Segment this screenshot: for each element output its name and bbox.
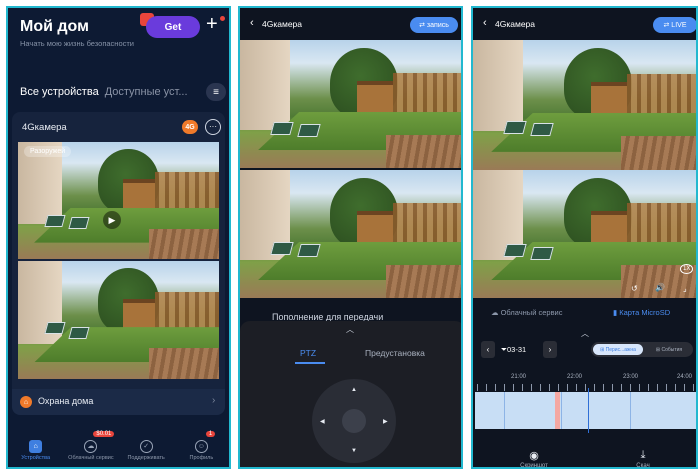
menu-icon[interactable]: ≡ bbox=[206, 83, 226, 101]
nav-label: Профиль bbox=[189, 455, 214, 461]
profile-icon: ☺ bbox=[194, 440, 208, 453]
tab-microsd[interactable]: ▮ Карта MicroSD bbox=[613, 308, 670, 317]
prev-day-button[interactable]: ‹ bbox=[481, 341, 495, 358]
cloud-icon: ☁ bbox=[84, 440, 98, 453]
camera-preview-top[interactable]: Разоружей bbox=[18, 142, 219, 259]
add-device-button[interactable]: + bbox=[206, 14, 218, 34]
nav-devices[interactable]: ⌂ Устройства bbox=[8, 431, 63, 467]
event-segment bbox=[555, 392, 560, 429]
top-bar: ‹ 4Gкамера ⇄ LIVE bbox=[473, 8, 696, 40]
bottom-navigation: ⌂ Устройства ☁ $0.01 Облачный сервис ✓ П… bbox=[8, 431, 229, 467]
volume-icon[interactable]: 🔊 bbox=[655, 283, 665, 292]
replay-icon[interactable]: ↺ bbox=[631, 284, 638, 293]
toggle-continuous[interactable]: ⊞ Перис...ажна bbox=[593, 344, 643, 355]
page-subtitle: Начать мою жизнь безопасности bbox=[20, 39, 134, 48]
home-icon: ⌂ bbox=[29, 440, 43, 453]
download-icon: ⤓ bbox=[640, 449, 646, 461]
fullscreen-icon[interactable]: ⌟ bbox=[683, 284, 687, 293]
storage-tabs: ☁ Облачный сервис ▮ Карта MicroSD bbox=[473, 303, 696, 325]
record-type-toggle: ⊞ Перис...ажна ⊞ События bbox=[591, 342, 693, 357]
live-view-bottom[interactable] bbox=[240, 170, 461, 298]
notification-dot bbox=[220, 16, 225, 21]
time-axis: 21:00 22:00 23:00 24:00 bbox=[473, 374, 696, 384]
screenshot-collage: Мой дом Начать мою жизнь безопасности Ge… bbox=[0, 0, 698, 469]
camera-name: 4Gкамера bbox=[22, 122, 67, 133]
time-label: 24:00 bbox=[677, 374, 693, 380]
next-day-button[interactable]: › bbox=[543, 341, 557, 358]
recording-timeline[interactable] bbox=[475, 392, 696, 429]
check-icon: ✓ bbox=[139, 440, 153, 453]
arrow-down-icon[interactable]: ▼ bbox=[351, 448, 357, 454]
recording-segment bbox=[504, 392, 505, 429]
more-options-icon[interactable]: ··· bbox=[205, 119, 221, 135]
toggle-events[interactable]: ⊞ События bbox=[647, 344, 691, 355]
tool-label: Скач bbox=[636, 463, 650, 469]
tool-label: Скриншот bbox=[520, 463, 548, 469]
play-icon[interactable]: ▶ bbox=[103, 211, 121, 229]
nav-profile[interactable]: ☺ 1 Профиль bbox=[174, 431, 229, 467]
arrow-left-icon[interactable]: ◀ bbox=[320, 418, 325, 425]
playback-screen: ‹ 4Gкамера ⇄ LIVE 1X ↺ 🔊 ⌟ ☁ Облачный се… bbox=[471, 6, 698, 469]
chevron-right-icon: › bbox=[212, 395, 216, 406]
dpad-center bbox=[342, 409, 366, 433]
disarm-badge[interactable]: Разоружей bbox=[24, 146, 72, 157]
date-selector: ‹ ⏷03-31 › ⊞ Перис...ажна ⊞ События bbox=[481, 341, 694, 359]
ptz-dpad[interactable]: ▲ ▼ ◀ ▶ bbox=[312, 379, 396, 463]
tab-available-devices[interactable]: Доступные уст... bbox=[105, 86, 188, 98]
signal-4g-badge: 4G bbox=[182, 120, 198, 134]
shield-icon: ⌂ bbox=[20, 396, 32, 408]
live-view-top[interactable] bbox=[240, 40, 461, 168]
nav-cloud-service[interactable]: ☁ $0.01 Облачный сервис bbox=[63, 431, 118, 467]
playback-view-bottom[interactable] bbox=[473, 170, 696, 298]
time-label: 22:00 bbox=[567, 374, 583, 380]
playback-view-top[interactable] bbox=[473, 40, 696, 170]
camera-icon: ◉ bbox=[529, 450, 539, 462]
home-guard-row[interactable]: ⌂ Охрана дома › bbox=[12, 389, 225, 415]
nav-label: Поддерживать bbox=[127, 455, 165, 461]
ptz-screen: ‹ 4Gкамера ⇄ запись Пополнение для перед… bbox=[238, 6, 463, 469]
camera-card[interactable]: 4Gкамера 4G ··· Разоружей ▶ ⌂ Охрана дом… bbox=[12, 112, 225, 415]
home-screen: Мой дом Начать мою жизнь безопасности Ge… bbox=[6, 6, 231, 469]
tab-all-devices[interactable]: Все устройства bbox=[20, 86, 99, 98]
nav-support[interactable]: ✓ Поддерживать bbox=[119, 431, 174, 467]
sheet-handle-icon[interactable]: ︿ bbox=[581, 328, 589, 339]
active-tab-indicator bbox=[295, 362, 325, 364]
live-button[interactable]: ⇄ LIVE bbox=[653, 17, 696, 33]
download-button[interactable]: ⤓ Скач bbox=[618, 449, 668, 469]
arrow-up-icon[interactable]: ▲ bbox=[351, 387, 357, 393]
back-icon[interactable]: ‹ bbox=[483, 17, 487, 29]
tab-cloud-service[interactable]: ☁ Облачный сервис bbox=[491, 308, 563, 317]
tab-preset[interactable]: Предустановка bbox=[365, 348, 425, 358]
nav-label: Облачный сервис bbox=[68, 455, 114, 461]
notification-badge: 1 bbox=[205, 431, 216, 437]
recording-segment bbox=[561, 392, 562, 429]
control-sheet: ︿ PTZ Предустановка ▲ ▼ ◀ ▶ bbox=[240, 321, 461, 467]
get-button[interactable]: Get bbox=[146, 16, 200, 38]
camera-title: 4Gкамера bbox=[495, 19, 535, 29]
screenshot-button[interactable]: ◉ Скриншот bbox=[509, 449, 559, 469]
date-value[interactable]: ⏷03-31 bbox=[501, 345, 526, 355]
time-label: 23:00 bbox=[623, 374, 639, 380]
playhead[interactable] bbox=[588, 388, 589, 433]
price-badge: $0.01 bbox=[93, 431, 115, 437]
time-ticks bbox=[477, 384, 696, 391]
back-icon[interactable]: ‹ bbox=[250, 17, 254, 29]
recording-segment bbox=[630, 392, 631, 429]
sheet-handle-icon[interactable]: ︿ bbox=[346, 324, 354, 335]
record-button[interactable]: ⇄ запись bbox=[410, 17, 458, 33]
arrow-right-icon[interactable]: ▶ bbox=[383, 418, 388, 425]
camera-title: 4Gкамера bbox=[262, 19, 302, 29]
device-tabs: Все устройства Доступные уст... bbox=[20, 86, 188, 98]
page-title: Мой дом bbox=[20, 18, 89, 35]
nav-label: Устройства bbox=[21, 455, 51, 461]
tab-ptz[interactable]: PTZ bbox=[300, 348, 316, 358]
camera-preview-bottom[interactable] bbox=[18, 261, 219, 379]
top-bar: ‹ 4Gкамера ⇄ запись bbox=[240, 8, 461, 40]
home-guard-label: Охрана дома bbox=[38, 396, 94, 406]
time-label: 21:00 bbox=[511, 374, 527, 380]
